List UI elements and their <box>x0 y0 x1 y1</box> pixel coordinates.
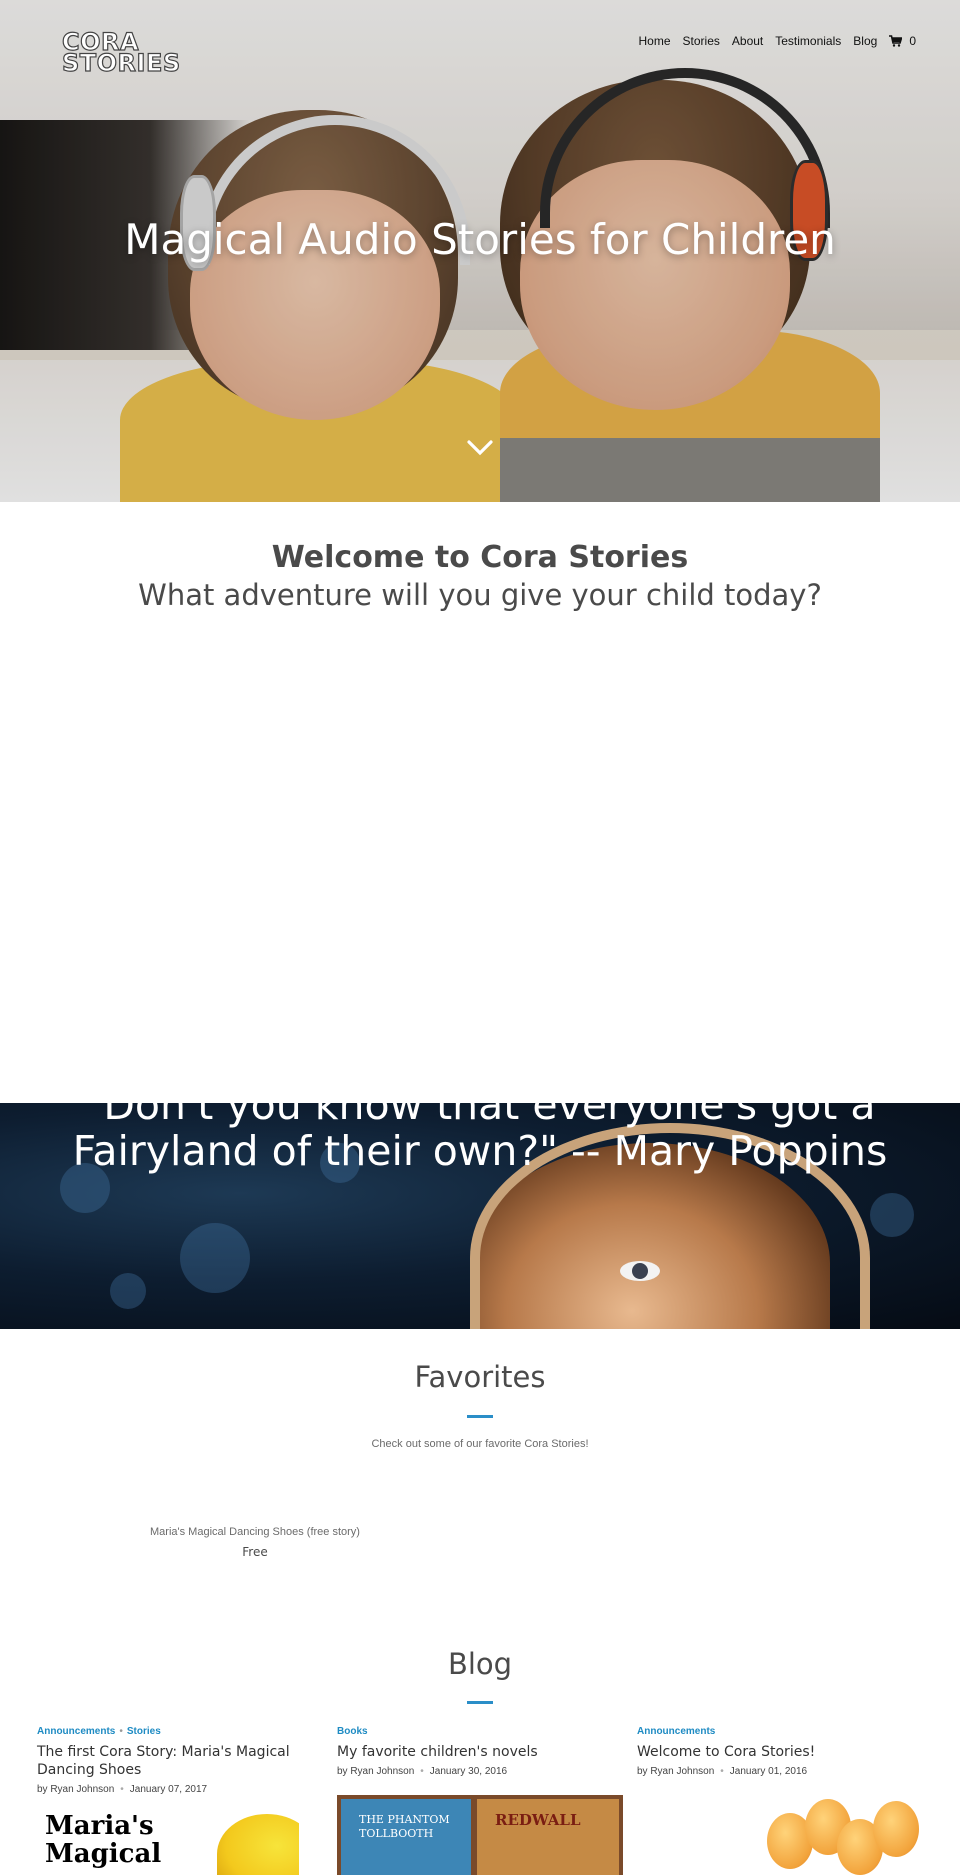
blog-divider <box>467 1701 493 1704</box>
welcome-subtitle: What adventure will you give your child … <box>138 578 822 612</box>
bokeh-light <box>180 1223 250 1293</box>
bokeh-light <box>110 1273 146 1309</box>
category-link[interactable]: Announcements <box>37 1726 115 1737</box>
post-author: by Ryan Johnson <box>637 1766 715 1777</box>
shopping-cart-icon <box>889 35 903 47</box>
blog-post: Books My favorite children's novels by R… <box>337 1726 622 1777</box>
post-categories: Announcements • Stories <box>37 1726 322 1737</box>
blog-post: Announcements • Stories The first Cora Sto… <box>37 1726 322 1795</box>
post-title[interactable]: My favorite children's novels <box>337 1743 622 1761</box>
post-categories: Books <box>337 1726 622 1737</box>
post-categories: Announcements <box>637 1726 922 1737</box>
dancing-shoe-image <box>217 1814 299 1875</box>
category-link[interactable]: Stories <box>127 1726 161 1737</box>
welcome-title: Welcome to Cora Stories <box>271 540 689 575</box>
logo-line-2: STORIES <box>61 49 181 77</box>
main-nav: Home Stories About Testimonials Blog 0 <box>639 34 916 48</box>
nav-testimonials[interactable]: Testimonials <box>775 34 841 48</box>
nav-home[interactable]: Home <box>639 34 671 48</box>
blog-post: Announcements Welcome to Cora Stories! b… <box>637 1726 922 1777</box>
nav-blog[interactable]: Blog <box>853 34 877 48</box>
category-link[interactable]: Books <box>337 1726 368 1737</box>
category-link[interactable]: Announcements <box>637 1726 715 1737</box>
meta-separator: • <box>120 1784 124 1795</box>
balloon-image <box>873 1801 919 1857</box>
thumbnail-text: Maria's Magical <box>45 1811 162 1869</box>
post-title[interactable]: The first Cora Story: Maria's Magical Da… <box>37 1743 322 1779</box>
book-cover: REDWALL <box>477 1799 619 1875</box>
meta-separator: • <box>720 1766 724 1777</box>
post-meta: by Ryan Johnson • January 07, 2017 <box>37 1784 322 1795</box>
post-meta: by Ryan Johnson • January 30, 2016 <box>337 1766 622 1777</box>
quote-text: "Don't you know that everyone's got a Fa… <box>0 1082 960 1174</box>
blog-title: Blog <box>447 1647 513 1681</box>
product-name[interactable]: Maria's Magical Dancing Shoes (free stor… <box>130 1526 380 1538</box>
book-cover: THE PHANTOM TOLLBOOTH <box>341 1799 471 1875</box>
hero-title: Magical Audio Stories for Children <box>124 215 836 264</box>
favorites-description: Check out some of our favorite Cora Stor… <box>371 1438 589 1450</box>
child-iris <box>632 1263 648 1279</box>
book-title: THE PHANTOM TOLLBOOTH <box>359 1813 450 1840</box>
post-thumbnail[interactable]: THE PHANTOM TOLLBOOTH REDWALL <box>337 1795 623 1875</box>
post-date: January 07, 2017 <box>129 1784 208 1795</box>
post-title[interactable]: Welcome to Cora Stories! <box>637 1743 922 1761</box>
book-title: REDWALL <box>495 1811 581 1829</box>
quote-line-1: "Don't you know that everyone's got a <box>84 1081 876 1129</box>
cart-button[interactable]: 0 <box>889 34 916 48</box>
post-thumbnail[interactable]: Maria's Magical <box>37 1808 299 1875</box>
category-separator: • <box>119 1726 123 1737</box>
meta-separator: • <box>420 1766 424 1777</box>
post-author: by Ryan Johnson <box>37 1784 115 1795</box>
chevron-down-icon[interactable] <box>467 434 493 460</box>
nav-about[interactable]: About <box>732 34 763 48</box>
cart-count: 0 <box>909 34 916 48</box>
favorites-divider <box>467 1415 493 1418</box>
post-date: January 30, 2016 <box>429 1766 508 1777</box>
post-date: January 01, 2016 <box>729 1766 808 1777</box>
quote-line-2: Fairyland of their own?" -- Mary Poppins <box>72 1127 888 1175</box>
product-price: Free <box>242 1545 268 1559</box>
post-thumbnail[interactable] <box>637 1795 923 1875</box>
site-logo[interactable]: CORA STORIES <box>61 29 181 77</box>
nav-stories[interactable]: Stories <box>683 34 720 48</box>
bokeh-light <box>870 1193 914 1237</box>
favorites-title: Favorites <box>414 1360 546 1394</box>
post-author: by Ryan Johnson <box>337 1766 415 1777</box>
post-meta: by Ryan Johnson • January 01, 2016 <box>637 1766 922 1777</box>
